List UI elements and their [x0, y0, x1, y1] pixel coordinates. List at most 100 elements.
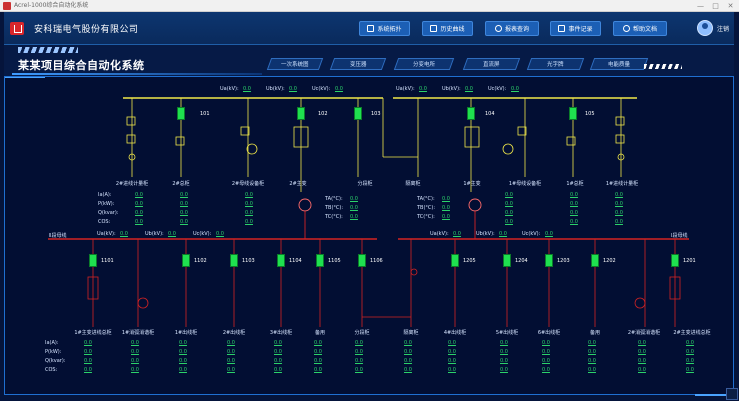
lv-meter-value: 0.0	[500, 358, 508, 364]
nav-help-button[interactable]: 帮助文档	[613, 21, 667, 36]
breaker-1105[interactable]	[316, 254, 324, 267]
breaker-101[interactable]	[177, 107, 185, 120]
breaker-1102[interactable]	[182, 254, 190, 267]
nav-event-log-button[interactable]: 事件记录	[550, 21, 601, 36]
lv-left-uc-label: Uc(kV):	[193, 231, 212, 237]
breaker-label: 1106	[370, 258, 383, 264]
lv-right-ua-label: Ua(kV):	[430, 231, 449, 237]
hv-meter-value: 0.0	[615, 192, 623, 198]
breaker-1203[interactable]	[545, 254, 553, 267]
hv-feeder-label: 2#主变	[289, 181, 307, 187]
hv-meter-value: 0.0	[570, 219, 578, 225]
nav-history-curve-button[interactable]: 历史曲线	[422, 21, 473, 36]
chart-icon	[430, 25, 438, 32]
breaker-102[interactable]	[297, 107, 305, 120]
tab-signal-panel[interactable]: 光字牌	[526, 58, 585, 70]
hv-meter-value: 0.0	[615, 201, 623, 207]
lv-bus-left-label: Ⅱ段母线	[49, 233, 67, 239]
lv-meter-value: 0.0	[638, 358, 646, 364]
hv-meter-value: 0.0	[135, 192, 143, 198]
hv-feeder-label: 2#进线计量柜	[115, 181, 149, 187]
breaker-1101[interactable]	[89, 254, 97, 267]
lv-left-ua-label: Ua(kV):	[97, 231, 116, 237]
lv-meter-value: 0.0	[274, 367, 282, 373]
lv-meter-value: 0.0	[227, 358, 235, 364]
hv-meter-value: 0.0	[245, 201, 253, 207]
lv-left-ub-label: Ub(kV):	[145, 231, 164, 237]
lv-feeder-label: 2#主变进线总柜	[673, 330, 711, 336]
breaker-label: 1203	[557, 258, 570, 264]
lv-meter-value: 0.0	[588, 340, 596, 346]
topology-icon	[367, 25, 375, 32]
tab-substation[interactable]: 分变电所	[393, 58, 455, 70]
lv-feeder-label: 1#主变进线总柜	[74, 330, 112, 336]
hv-right-uc-value: 0.0	[511, 86, 519, 92]
hv-meter-value: 0.0	[505, 192, 513, 198]
t1-ta-value: 0.0	[442, 196, 450, 202]
hv-meter-value: 0.0	[180, 201, 188, 207]
lv-feeder-label: 1#消弧消谐柜	[121, 330, 155, 336]
t2-tb-value: 0.0	[350, 205, 358, 211]
t1-tb-value: 0.0	[442, 205, 450, 211]
app-icon	[3, 2, 11, 10]
hv-feeder-label: 1#主变	[463, 181, 481, 187]
decor-stripes-right	[644, 64, 682, 69]
hv-meter-value: 0.0	[570, 192, 578, 198]
search-icon	[494, 25, 502, 32]
lv-meter-value: 0.0	[227, 367, 235, 373]
breaker-1204[interactable]	[503, 254, 511, 267]
breaker-1106[interactable]	[358, 254, 366, 267]
t2-tc-label: TC(°C):	[325, 214, 343, 220]
hv-meter-value: 0.0	[615, 210, 623, 216]
tab-dc-panel[interactable]: 直流屏	[462, 58, 521, 70]
breaker-label: 1104	[289, 258, 302, 264]
resize-grip-icon[interactable]	[726, 388, 738, 400]
hv-left-ub-label: Ub(kV):	[266, 86, 285, 92]
hv-meter-cos-label: COS:	[98, 219, 111, 225]
breaker-1202[interactable]	[591, 254, 599, 267]
breaker-label: 1101	[101, 258, 114, 264]
maximize-button[interactable]: □	[711, 1, 720, 11]
close-button[interactable]: ✕	[726, 1, 735, 11]
breaker-label: 1205	[463, 258, 476, 264]
lv-left-ua-value: 0.0	[120, 231, 128, 237]
hv-left-ub-value: 0.0	[289, 86, 297, 92]
tab-primary-diagram[interactable]: 一次系统图	[266, 58, 324, 70]
lv-meter-value: 0.0	[448, 367, 456, 373]
breaker-label: 1201	[683, 258, 696, 264]
logout-link[interactable]: 注销	[717, 24, 729, 33]
tab-power-quality[interactable]: 电能质量	[589, 58, 649, 70]
t2-tc-value: 0.0	[350, 214, 358, 220]
lv-meter-value: 0.0	[588, 367, 596, 373]
lv-meter-value: 0.0	[355, 340, 363, 346]
decor-stripes	[18, 47, 78, 53]
hv-left-uc-value: 0.0	[335, 86, 343, 92]
window-title: Acrel-1000综合自动化系统	[14, 2, 89, 9]
company-name: 安科瑞电气股份有限公司	[34, 25, 139, 35]
hv-right-ub-label: Ub(kV):	[442, 86, 461, 92]
lv-meter-cos-label: COS:	[45, 367, 58, 373]
lv-meter-value: 0.0	[404, 367, 412, 373]
lv-feeder-label: 备用	[589, 330, 600, 336]
hv-feeder-label: 1#母线设备柜	[508, 181, 542, 187]
breaker-label: 1103	[242, 258, 255, 264]
hv-left-ua-value: 0.0	[243, 86, 251, 92]
breaker-1201[interactable]	[671, 254, 679, 267]
nav-report-query-button[interactable]: 报表查询	[485, 21, 539, 36]
t2-tb-label: TB(°C):	[325, 205, 344, 211]
breaker-1103[interactable]	[230, 254, 238, 267]
breaker-103[interactable]	[354, 107, 362, 120]
breaker-104[interactable]	[467, 107, 475, 120]
hv-meter-value: 0.0	[505, 219, 513, 225]
tab-transformer[interactable]: 变压器	[329, 58, 387, 70]
breaker-105[interactable]	[569, 107, 577, 120]
breaker-1104[interactable]	[277, 254, 285, 267]
hv-meter-ia-label: Ia(A):	[98, 192, 112, 198]
hv-meter-value: 0.0	[245, 192, 253, 198]
user-avatar[interactable]	[697, 20, 713, 36]
minimize-button[interactable]: —	[696, 1, 705, 11]
nav-topology-button[interactable]: 系统拓扑	[359, 21, 410, 36]
lv-meter-value: 0.0	[84, 340, 92, 346]
hv-meter-value: 0.0	[505, 210, 513, 216]
breaker-1205[interactable]	[451, 254, 459, 267]
